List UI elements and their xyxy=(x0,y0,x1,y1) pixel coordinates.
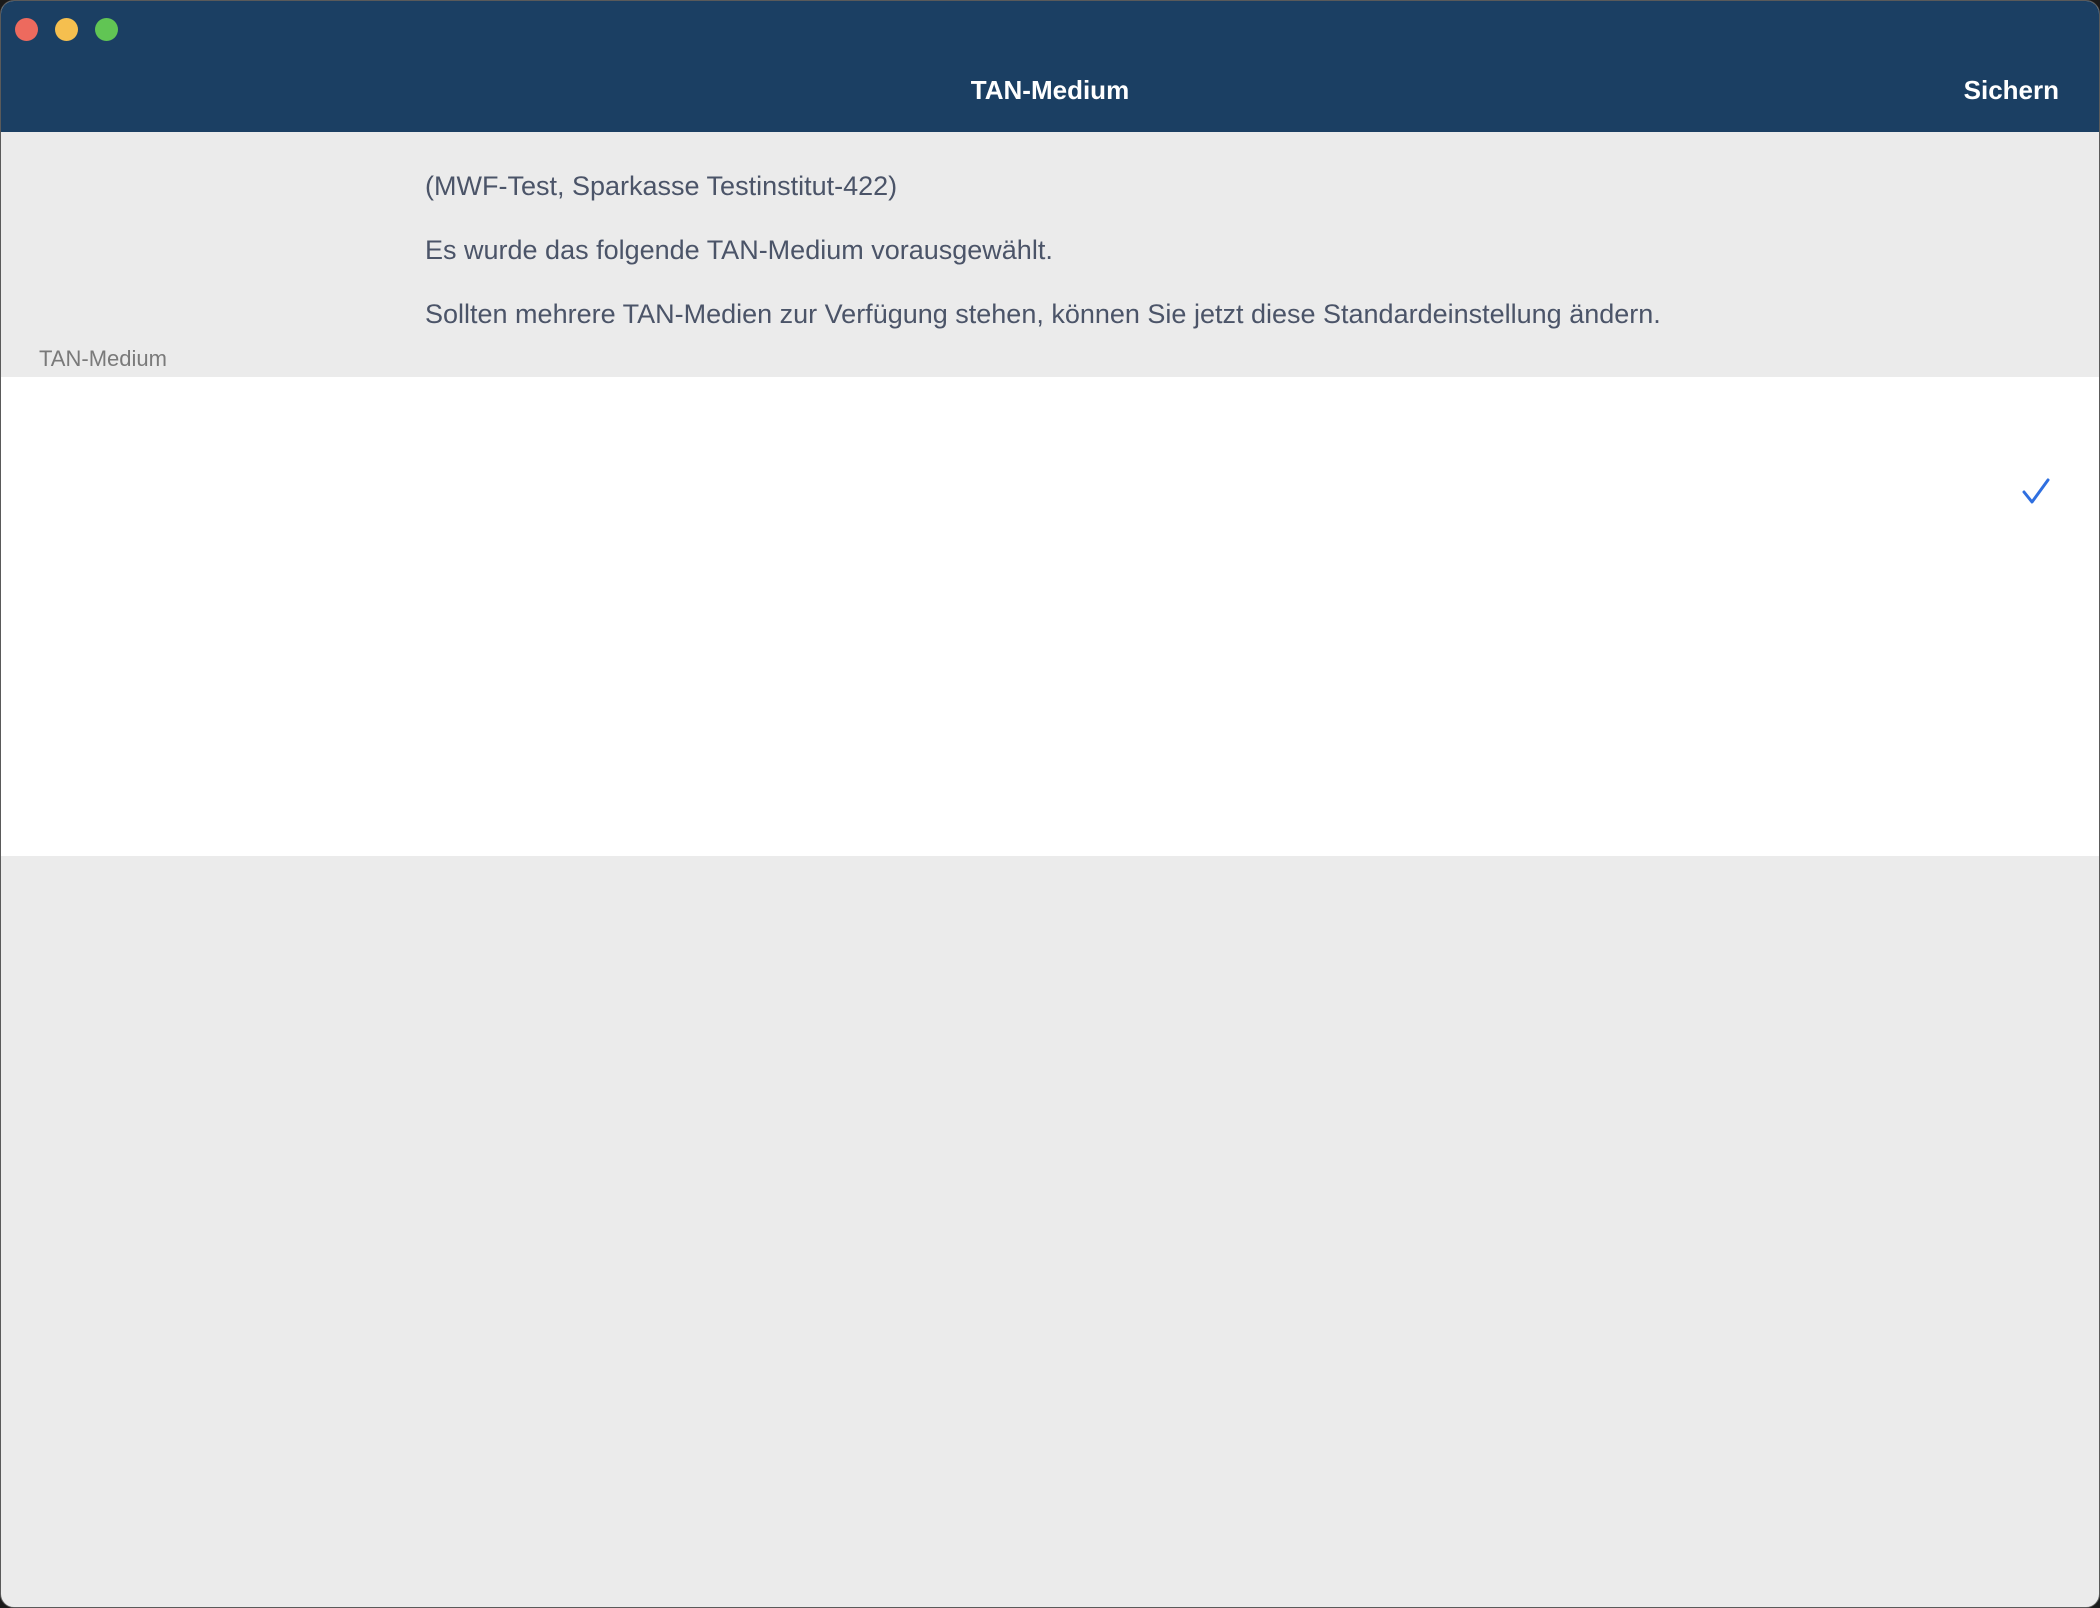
close-window-button[interactable] xyxy=(15,18,38,41)
institute-label: (MWF-Test, Sparkasse Testinstitut-422) xyxy=(425,171,898,201)
page-title: TAN-Medium xyxy=(970,75,1130,105)
minimize-window-button[interactable] xyxy=(55,18,78,41)
app-window: TAN-Medium Sichern (MWF-Test, Sparkasse … xyxy=(0,0,2100,1608)
preselected-message: Es wurde das folgende TAN-Medium vorausg… xyxy=(425,235,1053,265)
section-header-tan-medium: TAN-Medium xyxy=(39,346,167,371)
tan-medium-list-item[interactable] xyxy=(1,377,2099,617)
change-hint-message: Sollten mehrere TAN-Medien zur Verfügung… xyxy=(425,299,1661,329)
checkmark-icon xyxy=(2022,478,2050,504)
title-bar: TAN-Medium Sichern xyxy=(1,1,2099,132)
info-text: (MWF-Test, Sparkasse Testinstitut-422) E… xyxy=(425,154,1661,346)
tan-medium-list xyxy=(1,377,2099,856)
zoom-window-button[interactable] xyxy=(95,18,118,41)
save-button[interactable]: Sichern xyxy=(1964,75,2059,106)
